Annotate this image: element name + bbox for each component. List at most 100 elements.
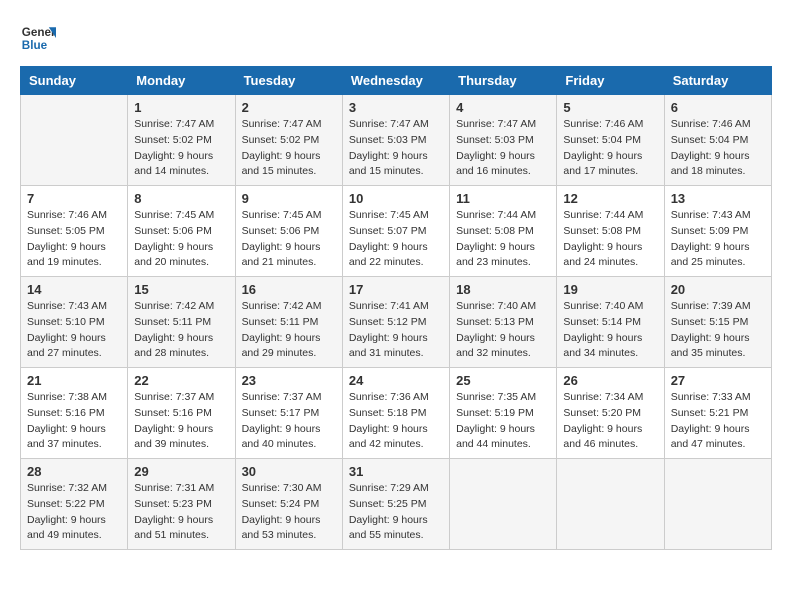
day-info: Sunrise: 7:30 AM Sunset: 5:24 PM Dayligh…	[242, 481, 336, 544]
day-header-thursday: Thursday	[450, 67, 557, 95]
day-header-wednesday: Wednesday	[342, 67, 449, 95]
day-info: Sunrise: 7:45 AM Sunset: 5:06 PM Dayligh…	[242, 208, 336, 271]
calendar-cell: 20Sunrise: 7:39 AM Sunset: 5:15 PM Dayli…	[664, 277, 771, 368]
day-number: 19	[563, 282, 657, 297]
day-info: Sunrise: 7:41 AM Sunset: 5:12 PM Dayligh…	[349, 299, 443, 362]
day-info: Sunrise: 7:45 AM Sunset: 5:06 PM Dayligh…	[134, 208, 228, 271]
day-info: Sunrise: 7:35 AM Sunset: 5:19 PM Dayligh…	[456, 390, 550, 453]
calendar-cell: 3 Sunrise: 7:47 AM Sunset: 5:03 PM Daylig…	[342, 95, 449, 186]
day-number: 3	[349, 100, 443, 115]
day-header-sunday: Sunday	[21, 67, 128, 95]
calendar-cell: 24 Sunrise: 7:36 AM Sunset: 5:18 PM Dayli…	[342, 368, 449, 459]
calendar-cell: 23 Sunrise: 7:37 AM Sunset: 5:17 PM Dayli…	[235, 368, 342, 459]
calendar-cell: 7 Sunrise: 7:46 AM Sunset: 5:05 PM Daylig…	[21, 186, 128, 277]
calendar-cell: 8 Sunrise: 7:45 AM Sunset: 5:06 PM Daylig…	[128, 186, 235, 277]
day-number: 21	[27, 373, 121, 388]
day-header-saturday: Saturday	[664, 67, 771, 95]
day-number: 16	[242, 282, 336, 297]
day-info: Sunrise: 7:44 AM Sunset: 5:08 PM Dayligh…	[456, 208, 550, 271]
day-info: Sunrise: 7:42 AM Sunset: 5:11 PM Dayligh…	[134, 299, 228, 362]
day-number: 26	[563, 373, 657, 388]
day-number: 24	[349, 373, 443, 388]
week-row-5: 28 Sunrise: 7:32 AM Sunset: 5:22 PM Dayli…	[21, 459, 772, 550]
day-number: 28	[27, 464, 121, 479]
day-number: 30	[242, 464, 336, 479]
calendar-cell	[450, 459, 557, 550]
day-number: 17	[349, 282, 443, 297]
day-info: Sunrise: 7:40 AM Sunset: 5:13 PM Dayligh…	[456, 299, 550, 362]
day-info: Sunrise: 7:37 AM Sunset: 5:17 PM Dayligh…	[242, 390, 336, 453]
day-number: 7	[27, 191, 121, 206]
header-row: SundayMondayTuesdayWednesdayThursdayFrid…	[21, 67, 772, 95]
calendar-cell: 28 Sunrise: 7:32 AM Sunset: 5:22 PM Dayli…	[21, 459, 128, 550]
day-number: 15	[134, 282, 228, 297]
day-number: 31	[349, 464, 443, 479]
day-info: Sunrise: 7:46 AM Sunset: 5:04 PM Dayligh…	[563, 117, 657, 180]
calendar-cell: 29Sunrise: 7:31 AM Sunset: 5:23 PM Dayli…	[128, 459, 235, 550]
day-number: 4	[456, 100, 550, 115]
day-info: Sunrise: 7:46 AM Sunset: 5:04 PM Dayligh…	[671, 117, 765, 180]
day-info: Sunrise: 7:47 AM Sunset: 5:03 PM Dayligh…	[349, 117, 443, 180]
day-info: Sunrise: 7:39 AM Sunset: 5:15 PM Dayligh…	[671, 299, 765, 362]
week-row-1: 1 Sunrise: 7:47 AM Sunset: 5:02 PM Daylig…	[21, 95, 772, 186]
day-number: 27	[671, 373, 765, 388]
day-number: 18	[456, 282, 550, 297]
day-info: Sunrise: 7:37 AM Sunset: 5:16 PM Dayligh…	[134, 390, 228, 453]
day-info: Sunrise: 7:38 AM Sunset: 5:16 PM Dayligh…	[27, 390, 121, 453]
calendar-table: SundayMondayTuesdayWednesdayThursdayFrid…	[20, 66, 772, 550]
calendar-cell: 1 Sunrise: 7:47 AM Sunset: 5:02 PM Daylig…	[128, 95, 235, 186]
logo: General Blue	[20, 20, 56, 56]
day-number: 6	[671, 100, 765, 115]
calendar-cell: 26Sunrise: 7:34 AM Sunset: 5:20 PM Dayli…	[557, 368, 664, 459]
svg-text:Blue: Blue	[22, 39, 48, 52]
day-number: 14	[27, 282, 121, 297]
calendar-cell: 18 Sunrise: 7:40 AM Sunset: 5:13 PM Dayli…	[450, 277, 557, 368]
calendar-cell: 19 Sunrise: 7:40 AM Sunset: 5:14 PM Dayli…	[557, 277, 664, 368]
calendar-cell	[21, 95, 128, 186]
day-number: 1	[134, 100, 228, 115]
calendar-cell: 11 Sunrise: 7:44 AM Sunset: 5:08 PM Dayli…	[450, 186, 557, 277]
calendar-cell: 10Sunrise: 7:45 AM Sunset: 5:07 PM Dayli…	[342, 186, 449, 277]
day-header-tuesday: Tuesday	[235, 67, 342, 95]
calendar-cell: 16Sunrise: 7:42 AM Sunset: 5:11 PM Dayli…	[235, 277, 342, 368]
day-info: Sunrise: 7:44 AM Sunset: 5:08 PM Dayligh…	[563, 208, 657, 271]
calendar-cell	[557, 459, 664, 550]
calendar-cell: 21 Sunrise: 7:38 AM Sunset: 5:16 PM Dayli…	[21, 368, 128, 459]
calendar-cell: 25Sunrise: 7:35 AM Sunset: 5:19 PM Dayli…	[450, 368, 557, 459]
day-info: Sunrise: 7:47 AM Sunset: 5:02 PM Dayligh…	[134, 117, 228, 180]
calendar-cell: 14 Sunrise: 7:43 AM Sunset: 5:10 PM Dayli…	[21, 277, 128, 368]
week-row-4: 21 Sunrise: 7:38 AM Sunset: 5:16 PM Dayli…	[21, 368, 772, 459]
day-number: 11	[456, 191, 550, 206]
day-info: Sunrise: 7:36 AM Sunset: 5:18 PM Dayligh…	[349, 390, 443, 453]
day-info: Sunrise: 7:43 AM Sunset: 5:09 PM Dayligh…	[671, 208, 765, 271]
day-number: 22	[134, 373, 228, 388]
day-info: Sunrise: 7:29 AM Sunset: 5:25 PM Dayligh…	[349, 481, 443, 544]
day-info: Sunrise: 7:46 AM Sunset: 5:05 PM Dayligh…	[27, 208, 121, 271]
calendar-cell: 9 Sunrise: 7:45 AM Sunset: 5:06 PM Daylig…	[235, 186, 342, 277]
day-info: Sunrise: 7:43 AM Sunset: 5:10 PM Dayligh…	[27, 299, 121, 362]
calendar-cell: 6 Sunrise: 7:46 AM Sunset: 5:04 PM Daylig…	[664, 95, 771, 186]
calendar-cell: 5 Sunrise: 7:46 AM Sunset: 5:04 PM Daylig…	[557, 95, 664, 186]
day-info: Sunrise: 7:32 AM Sunset: 5:22 PM Dayligh…	[27, 481, 121, 544]
calendar-cell: 31 Sunrise: 7:29 AM Sunset: 5:25 PM Dayli…	[342, 459, 449, 550]
day-info: Sunrise: 7:47 AM Sunset: 5:02 PM Dayligh…	[242, 117, 336, 180]
calendar-cell: 2 Sunrise: 7:47 AM Sunset: 5:02 PM Daylig…	[235, 95, 342, 186]
week-row-2: 7 Sunrise: 7:46 AM Sunset: 5:05 PM Daylig…	[21, 186, 772, 277]
calendar-cell: 15 Sunrise: 7:42 AM Sunset: 5:11 PM Dayli…	[128, 277, 235, 368]
day-number: 12	[563, 191, 657, 206]
day-number: 23	[242, 373, 336, 388]
week-row-3: 14 Sunrise: 7:43 AM Sunset: 5:10 PM Dayli…	[21, 277, 772, 368]
day-number: 13	[671, 191, 765, 206]
calendar-cell: 17 Sunrise: 7:41 AM Sunset: 5:12 PM Dayli…	[342, 277, 449, 368]
day-info: Sunrise: 7:40 AM Sunset: 5:14 PM Dayligh…	[563, 299, 657, 362]
day-header-monday: Monday	[128, 67, 235, 95]
calendar-cell	[664, 459, 771, 550]
day-number: 2	[242, 100, 336, 115]
page-header: General Blue	[20, 20, 772, 56]
day-info: Sunrise: 7:45 AM Sunset: 5:07 PM Dayligh…	[349, 208, 443, 271]
calendar-cell: 4Sunrise: 7:47 AM Sunset: 5:03 PM Daylig…	[450, 95, 557, 186]
day-number: 9	[242, 191, 336, 206]
day-number: 5	[563, 100, 657, 115]
day-number: 8	[134, 191, 228, 206]
logo-icon: General Blue	[20, 20, 56, 56]
